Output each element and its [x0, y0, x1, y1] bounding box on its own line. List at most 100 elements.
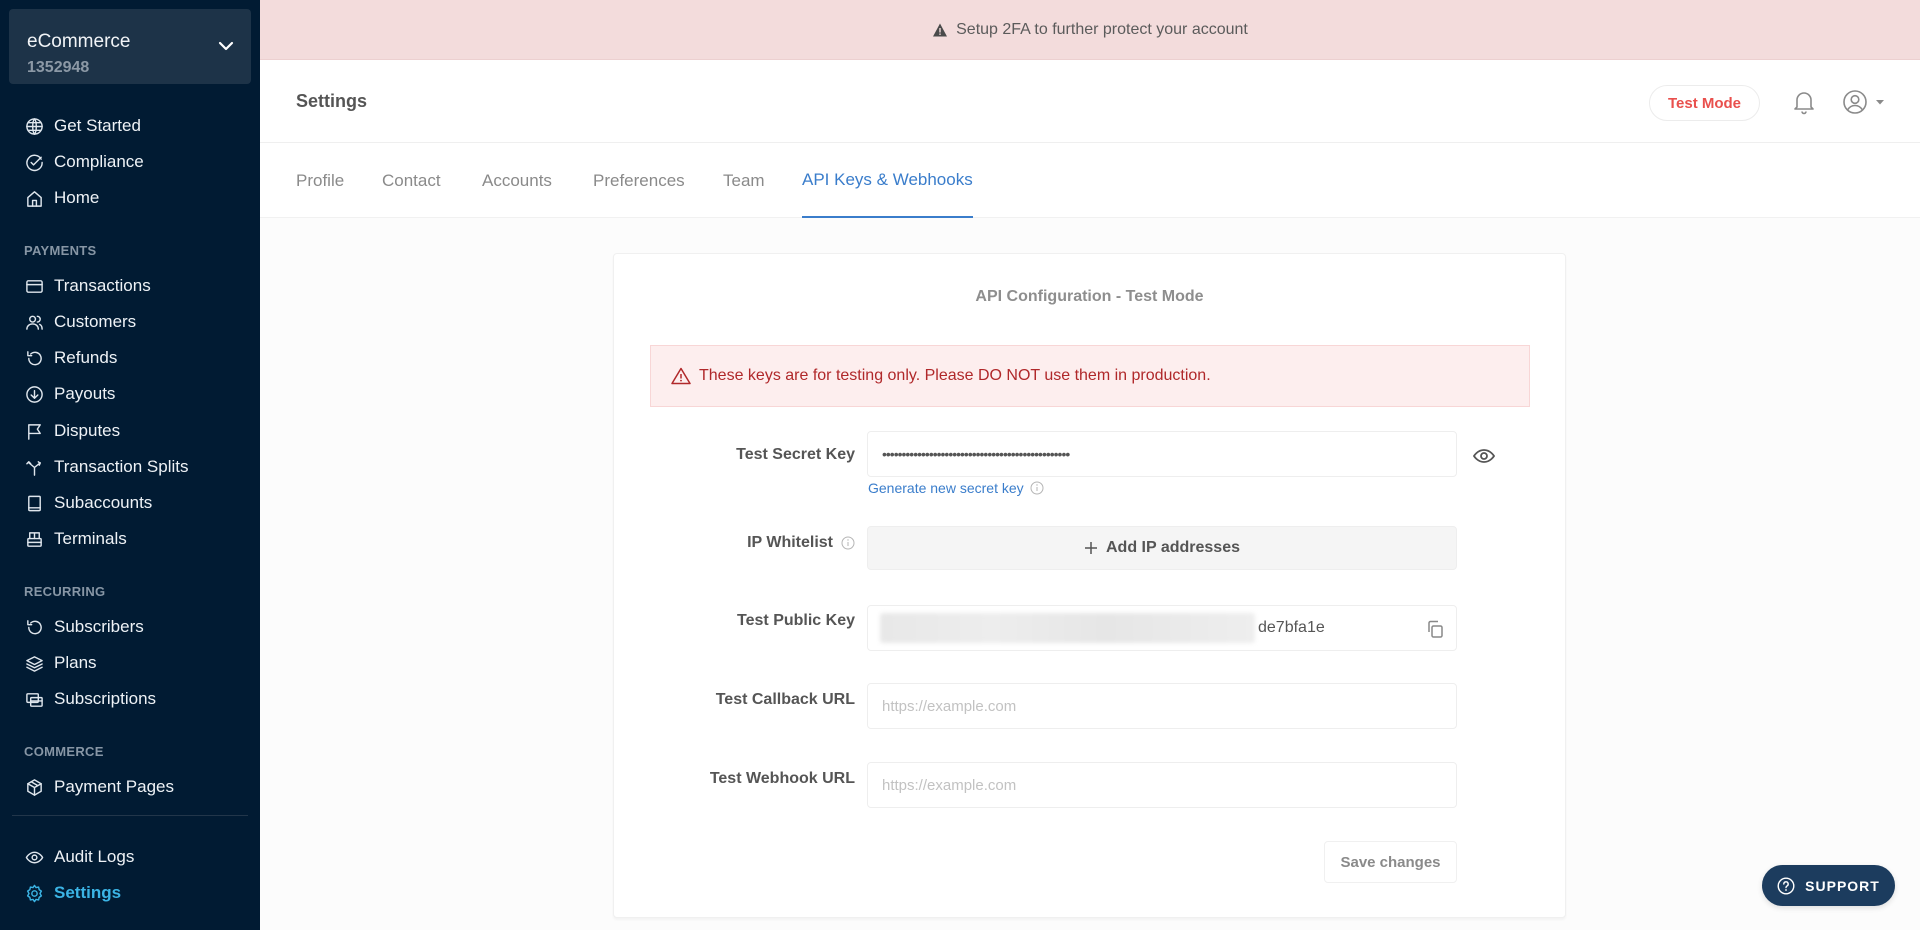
info-icon: [1030, 481, 1044, 495]
home-icon: [24, 188, 44, 208]
tab-accounts[interactable]: Accounts: [482, 143, 552, 218]
sidebar-item-label: Transactions: [54, 276, 151, 295]
users-icon: [24, 312, 44, 332]
sidebar-item-label: Terminals: [54, 529, 127, 548]
public-key-redacted: [880, 613, 1255, 643]
book-icon: [24, 493, 44, 513]
sidebar-item-audit-logs[interactable]: Audit Logs: [24, 842, 134, 872]
notification-bell-icon[interactable]: [1791, 89, 1817, 115]
public-key-field[interactable]: de7bfa1e: [867, 605, 1457, 651]
webhook-url-input[interactable]: [867, 762, 1457, 808]
sidebar-item-payouts[interactable]: Payouts: [24, 379, 115, 409]
sidebar-item-settings[interactable]: Settings: [24, 878, 121, 908]
business-name: eCommerce: [27, 31, 131, 52]
sidebar-item-subscriptions[interactable]: Subscriptions: [24, 684, 156, 714]
tab-preferences[interactable]: Preferences: [593, 143, 685, 218]
globe-icon: [24, 116, 44, 136]
warning-icon: [933, 23, 948, 36]
ip-whitelist-label: IP Whitelist: [747, 534, 855, 552]
eye-icon: [24, 847, 44, 867]
sidebar-item-label: Payment Pages: [54, 777, 175, 796]
public-key-label: Test Public Key: [737, 612, 855, 629]
sidebar-item-payment-pages[interactable]: Payment Pages: [24, 772, 174, 802]
add-ip-addresses-button[interactable]: Add IP addresses: [867, 526, 1457, 570]
sidebar-item-get-started[interactable]: Get Started: [24, 111, 141, 141]
sidebar-item-subaccounts[interactable]: Subaccounts: [24, 488, 152, 518]
cards-icon: [24, 689, 44, 709]
show-secret-eye-icon[interactable]: [1472, 444, 1496, 468]
sidebar-item-label: Audit Logs: [54, 847, 135, 866]
settings-tabs: Profile Contact Accounts Preferences Tea…: [260, 143, 1920, 218]
sidebar-item-customers[interactable]: Customers: [24, 307, 136, 337]
caret-down-icon: [1876, 100, 1884, 105]
sidebar-item-plans[interactable]: Plans: [24, 648, 97, 678]
box-icon: [24, 777, 44, 797]
sidebar-item-terminals[interactable]: Terminals: [24, 524, 127, 554]
support-button[interactable]: SUPPORT: [1762, 865, 1895, 906]
section-title-recurring: RECURRING: [24, 584, 106, 599]
sidebar-item-transaction-splits[interactable]: Transaction Splits: [24, 452, 188, 482]
sidebar-item-label: Subscribers: [54, 617, 144, 636]
user-avatar-icon: [1843, 90, 1867, 114]
tab-api-keys-webhooks[interactable]: API Keys & Webhooks: [802, 143, 973, 218]
sidebar-item-label: Settings: [54, 883, 122, 902]
help-circle-icon: [1777, 876, 1795, 895]
flag-icon: [24, 421, 44, 441]
add-ip-label: Add IP addresses: [1106, 539, 1240, 556]
terminal-icon: [24, 529, 44, 549]
tab-profile[interactable]: Profile: [296, 143, 344, 218]
tab-contact[interactable]: Contact: [382, 143, 441, 218]
sidebar-item-subscribers[interactable]: Subscribers: [24, 612, 144, 642]
user-menu[interactable]: [1842, 87, 1892, 117]
generate-link-text: Generate new secret key: [868, 480, 1024, 496]
tab-team[interactable]: Team: [723, 143, 765, 218]
sidebar-item-label: Compliance: [54, 152, 144, 171]
section-title-commerce: COMMERCE: [24, 744, 104, 759]
info-icon[interactable]: [841, 536, 855, 550]
business-switcher[interactable]: eCommerce 1352948: [9, 9, 251, 84]
chevron-down-icon: [218, 41, 234, 51]
sidebar-item-refunds[interactable]: Refunds: [24, 343, 117, 373]
secret-key-field[interactable]: ••••••••••••••••••••••••••••••••••••••••…: [867, 431, 1457, 477]
sidebar-item-disputes[interactable]: Disputes: [24, 416, 120, 446]
sidebar-item-label: Refunds: [54, 348, 118, 367]
layers-icon: [24, 653, 44, 673]
sidebar-item-label: Customers: [54, 312, 137, 331]
webhook-url-label: Test Webhook URL: [709, 770, 855, 787]
public-key-suffix: de7bfa1e: [1258, 619, 1325, 636]
banner-text: Setup 2FA to further protect your accoun…: [956, 20, 1248, 38]
sidebar: eCommerce 1352948 Get Started Compliance…: [0, 0, 260, 930]
secret-key-label: Test Secret Key: [736, 446, 855, 463]
download-circle-icon: [24, 384, 44, 404]
callback-url-label: Test Callback URL: [715, 691, 855, 708]
credit-card-icon: [24, 276, 44, 296]
generate-secret-key-link[interactable]: Generate new secret key: [868, 480, 1044, 496]
page-header: Settings Test Mode: [260, 60, 1920, 143]
test-keys-alert: These keys are for testing only. Please …: [650, 345, 1530, 407]
support-label: SUPPORT: [1805, 877, 1880, 894]
test-mode-toggle[interactable]: Test Mode: [1649, 85, 1760, 121]
sidebar-item-label: Disputes: [54, 421, 121, 440]
refresh-icon: [24, 348, 44, 368]
ip-whitelist-label-text: IP Whitelist: [747, 534, 833, 551]
card-title: API Configuration - Test Mode: [975, 288, 1204, 305]
api-configuration-card: API Configuration - Test Mode These keys…: [613, 253, 1566, 918]
warning-triangle-icon: [671, 367, 691, 385]
2fa-banner[interactable]: Setup 2FA to further protect your accoun…: [260, 0, 1920, 60]
page-title: Settings: [296, 91, 368, 111]
sidebar-item-label: Home: [54, 188, 100, 207]
callback-url-input[interactable]: [867, 683, 1457, 729]
sidebar-item-compliance[interactable]: Compliance: [24, 147, 144, 177]
sidebar-item-label: Plans: [54, 653, 97, 672]
copy-icon[interactable]: [1424, 618, 1446, 640]
save-changes-button[interactable]: Save changes: [1324, 841, 1457, 883]
refresh-icon: [24, 617, 44, 637]
check-circle-icon: [24, 152, 44, 172]
gear-icon: [24, 883, 44, 903]
sidebar-item-label: Subaccounts: [54, 493, 153, 512]
sidebar-item-label: Payouts: [54, 384, 116, 403]
sidebar-item-transactions[interactable]: Transactions: [24, 271, 151, 301]
sidebar-item-home[interactable]: Home: [24, 183, 99, 213]
alert-text: These keys are for testing only. Please …: [699, 367, 1211, 384]
business-id: 1352948: [27, 59, 90, 76]
